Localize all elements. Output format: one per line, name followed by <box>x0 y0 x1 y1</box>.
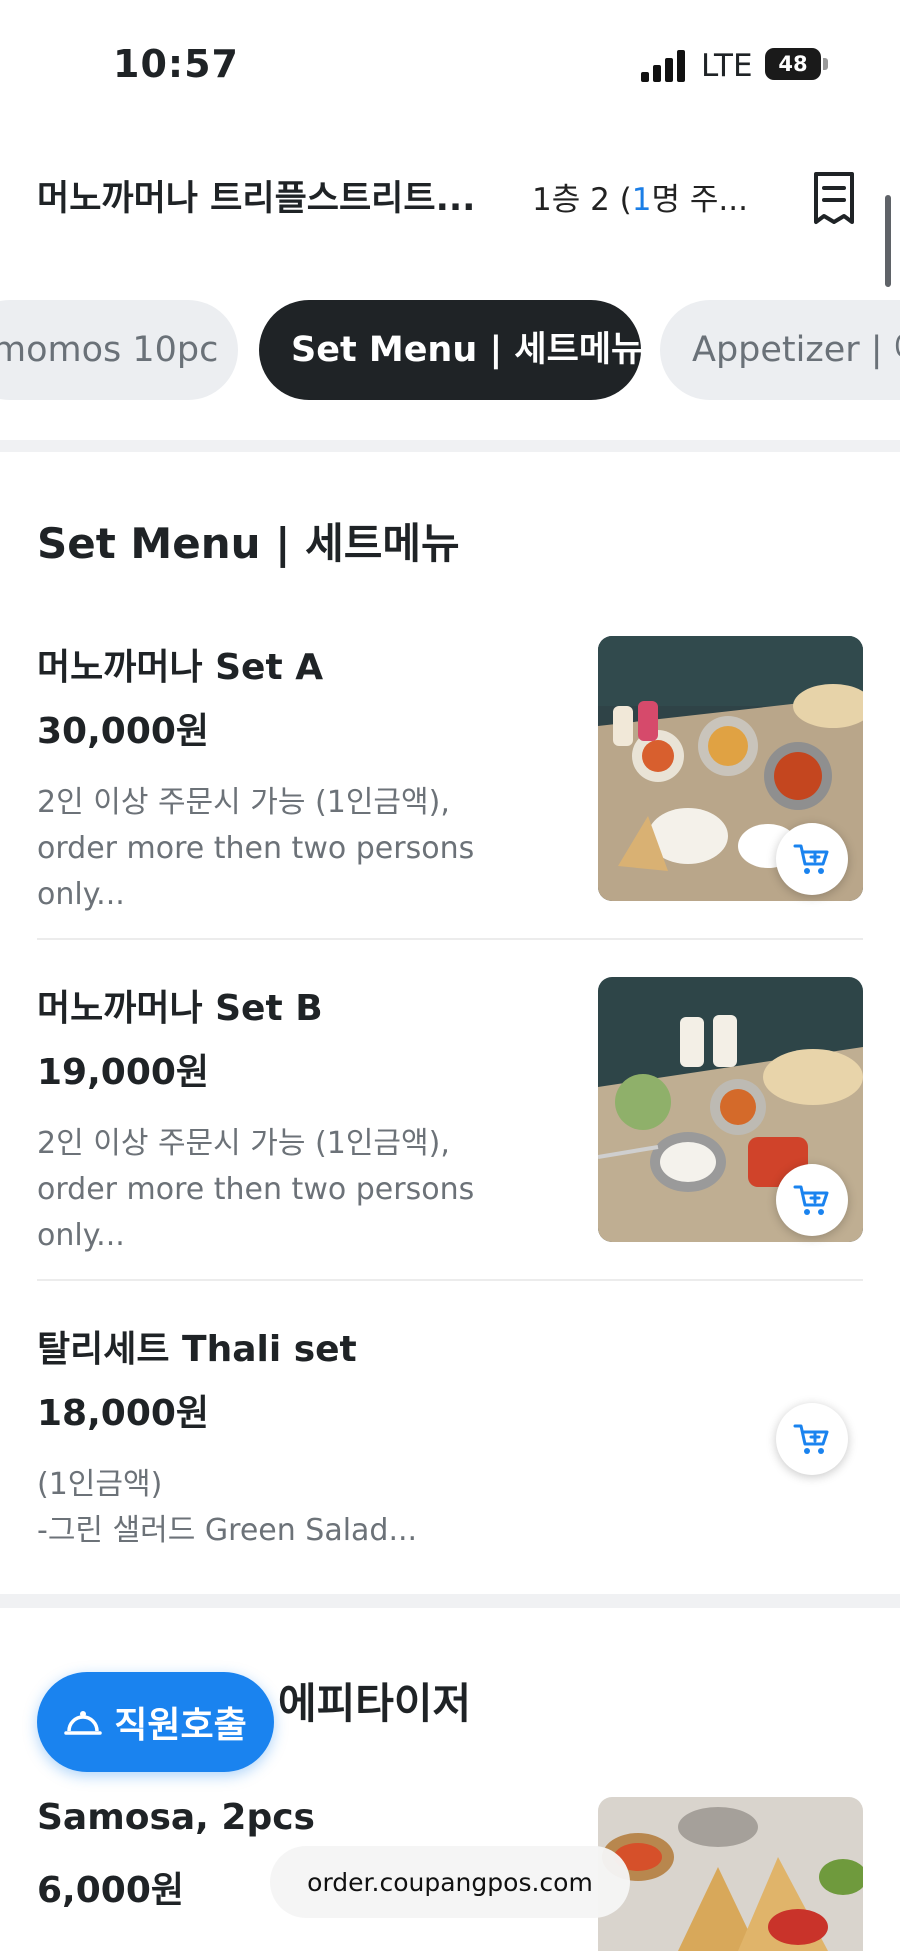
receipt-icon[interactable] <box>810 170 858 226</box>
section-title-set-menu: Set Menu | 세트메뉴 <box>37 519 460 568</box>
add-to-cart-button[interactable] <box>776 1403 848 1475</box>
table-guest-count: 1 <box>631 182 652 218</box>
item-price: 19,000원 <box>37 1052 210 1093</box>
bell-icon <box>64 1711 102 1735</box>
add-to-cart-button[interactable] <box>776 823 848 895</box>
status-bar: 10:57 LTE 48 <box>0 0 900 120</box>
signal-icon <box>641 50 685 82</box>
table-order-label: 명 주... <box>651 182 748 218</box>
item-price: 18,000원 <box>37 1393 210 1434</box>
section-divider <box>0 440 900 452</box>
item-divider <box>37 1279 863 1281</box>
item-name: Samosa, 2pcs <box>37 1797 315 1838</box>
item-divider <box>37 938 863 940</box>
item-image-samosa[interactable] <box>598 1797 863 1951</box>
cart-plus-icon <box>793 1185 829 1215</box>
store-header: 머노까머나 트리플스트리트... 1층 2 (1명 주... <box>0 150 900 240</box>
item-name: 머노까머나 Set A <box>37 647 324 688</box>
section-title-appetizer: 에피타이저 <box>278 1679 472 1728</box>
table-info[interactable]: 1층 2 (1명 주... <box>532 174 748 219</box>
menu-item[interactable]: 머노까머나 Set B 19,000원 2인 이상 주문시 가능 (1인금액),… <box>0 977 900 1279</box>
item-description: (1인금액) -그린 샐러드 Green Salad... <box>37 1462 537 1554</box>
tab-appetizer[interactable]: Appetizer | 에 <box>660 300 900 400</box>
item-description-line: (1인금액) <box>37 1467 163 1502</box>
category-tabs: momos 10pc Set Menu | 세트메뉴 Appetizer | 에 <box>0 300 900 404</box>
tab-momos[interactable]: momos 10pc <box>0 300 238 400</box>
menu-item[interactable]: 머노까머나 Set A 30,000원 2인 이상 주문시 가능 (1인금액),… <box>0 636 900 938</box>
section-divider <box>0 1594 900 1608</box>
battery-icon: 48 <box>765 48 821 80</box>
battery-nub <box>823 58 828 70</box>
network-label: LTE <box>701 48 753 84</box>
item-description: 2인 이상 주문시 가능 (1인금액), order more then two… <box>37 785 475 912</box>
item-description: 2인 이상 주문시 가능 (1인금액), order more then two… <box>37 1126 475 1253</box>
status-time: 10:57 <box>113 42 239 86</box>
item-name: 탈리세트 Thali set <box>37 1329 357 1370</box>
item-price: 6,000원 <box>37 1870 184 1911</box>
cart-plus-icon <box>793 1424 829 1454</box>
table-label: 1층 2 ( <box>532 182 632 218</box>
item-price: 30,000원 <box>37 711 210 752</box>
cart-plus-icon <box>793 844 829 874</box>
call-staff-label: 직원호출 <box>114 1705 247 1746</box>
item-name: 머노까머나 Set B <box>37 988 323 1029</box>
menu-item[interactable]: 탈리세트 Thali set 18,000원 (1인금액) -그린 샐러드 Gr… <box>0 1320 900 1570</box>
add-to-cart-button[interactable] <box>776 1164 848 1236</box>
item-description-line: -그린 샐러드 Green Salad... <box>37 1513 418 1548</box>
url-bar[interactable]: order.coupangpos.com <box>270 1846 630 1918</box>
call-staff-button[interactable]: 직원호출 <box>37 1672 274 1772</box>
scrollbar[interactable] <box>885 195 891 287</box>
tab-set-menu[interactable]: Set Menu | 세트메뉴 <box>259 300 643 400</box>
store-name: 머노까머나 트리플스트리트... <box>37 179 476 219</box>
